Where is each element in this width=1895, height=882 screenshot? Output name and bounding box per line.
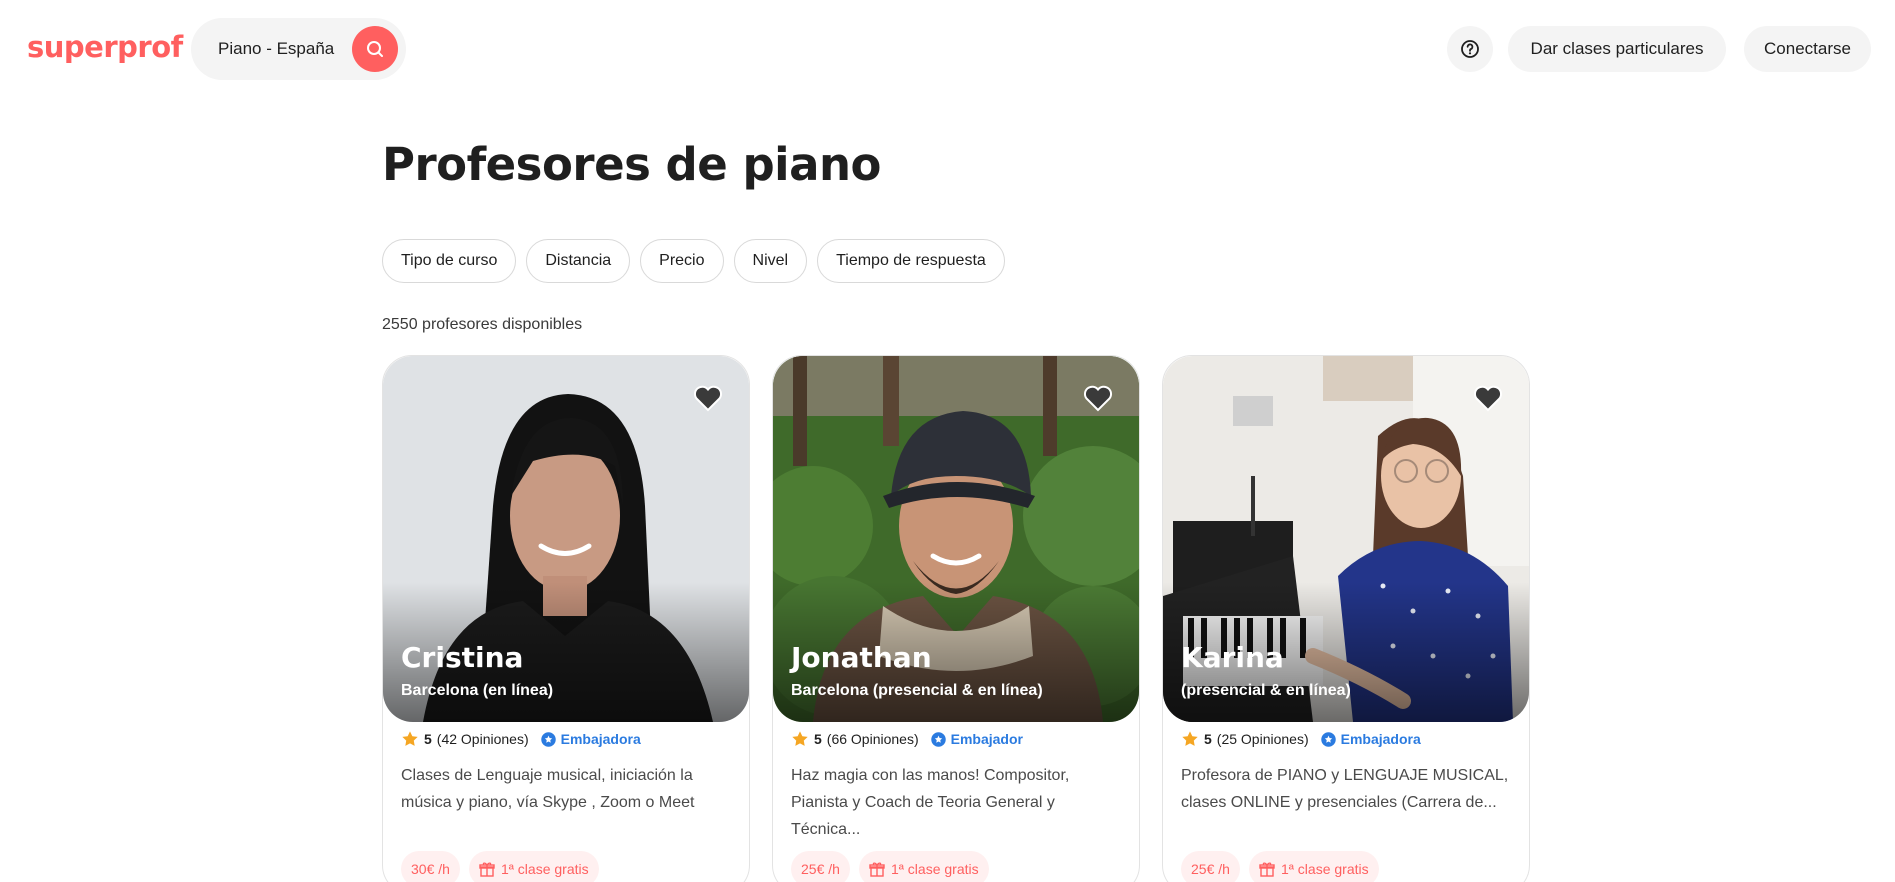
results-count: 2550 profesores disponibles bbox=[382, 316, 583, 333]
tutor-location: Barcelona (presencial & en línea) bbox=[791, 682, 1043, 699]
free-class-label: 1ª clase gratis bbox=[500, 861, 589, 877]
filter-course-type[interactable]: Tipo de curso bbox=[382, 239, 517, 283]
favorite-heart-icon[interactable] bbox=[1083, 384, 1113, 412]
favorite-heart-icon[interactable] bbox=[693, 384, 723, 412]
search-button[interactable] bbox=[352, 26, 398, 72]
teach-classes-button[interactable]: Dar clases particulares bbox=[1508, 26, 1726, 72]
review-count: (66 Opiniones) bbox=[826, 731, 919, 747]
free-class-label: 1ª clase gratis bbox=[1280, 861, 1369, 877]
rating-row: 5 (25 Opiniones) Embajadora bbox=[1181, 730, 1421, 748]
search-bar[interactable]: Piano - España bbox=[191, 18, 406, 80]
tutor-photo[interactable]: Jonathan Barcelona (presencial & en líne… bbox=[773, 356, 1139, 722]
favorite-heart-icon[interactable] bbox=[1473, 384, 1503, 412]
tutor-description: Clases de Lenguaje musical, iniciación l… bbox=[401, 767, 695, 811]
tutor-name: Jonathan bbox=[791, 641, 932, 674]
price-chips: 25€ /h 1ª clase gratis bbox=[791, 851, 989, 882]
ambassador-icon bbox=[1320, 731, 1336, 747]
tutor-name: Cristina bbox=[401, 641, 524, 674]
superprof-logo[interactable]: superprof bbox=[27, 30, 183, 64]
tutor-card[interactable]: Cristina Barcelona (en línea) 5 (42 Opin… bbox=[382, 355, 750, 882]
ambassador-icon bbox=[930, 731, 946, 747]
badge-label: Embajadora bbox=[560, 731, 641, 747]
review-count: (42 Opiniones) bbox=[436, 731, 529, 747]
tutor-name: Karina bbox=[1181, 641, 1284, 674]
filter-price[interactable]: Precio bbox=[640, 239, 724, 283]
rating-score: 5 bbox=[1204, 731, 1212, 747]
tutor-photo[interactable]: Karina (presencial & en línea) bbox=[1163, 356, 1529, 722]
tutor-card[interactable]: Jonathan Barcelona (presencial & en líne… bbox=[772, 355, 1140, 882]
gift-icon bbox=[479, 862, 495, 877]
ambassador-icon bbox=[540, 731, 556, 747]
price-chip: 25€ /h bbox=[791, 851, 850, 882]
tutor-location: (presencial & en línea) bbox=[1181, 682, 1351, 699]
search-query[interactable]: Piano - España bbox=[218, 39, 334, 59]
help-button[interactable] bbox=[1447, 26, 1493, 72]
ambassador-badge: Embajador bbox=[930, 731, 1023, 748]
rating-score: 5 bbox=[424, 731, 432, 747]
tutor-card[interactable]: Karina (presencial & en línea) 5 (25 Opi… bbox=[1162, 355, 1530, 882]
login-button[interactable]: Conectarse bbox=[1744, 26, 1871, 72]
review-count: (25 Opiniones) bbox=[1216, 731, 1309, 747]
ambassador-badge: Embajadora bbox=[540, 731, 641, 748]
rating-score: 5 bbox=[814, 731, 822, 747]
gift-icon bbox=[1259, 862, 1275, 877]
price-chip: 25€ /h bbox=[1181, 851, 1240, 882]
free-class-chip: 1ª clase gratis bbox=[858, 851, 989, 882]
price-chips: 30€ /h 1ª clase gratis bbox=[401, 851, 599, 882]
badge-label: Embajador bbox=[950, 731, 1023, 747]
tutor-photo[interactable]: Cristina Barcelona (en línea) bbox=[383, 356, 749, 722]
filter-bar: Tipo de curso Distancia Precio Nivel Tie… bbox=[382, 239, 1005, 283]
ambassador-badge: Embajadora bbox=[1320, 731, 1421, 748]
tutor-location: Barcelona (en línea) bbox=[401, 682, 554, 699]
filter-response-time[interactable]: Tiempo de respuesta bbox=[817, 239, 1005, 283]
free-class-label: 1ª clase gratis bbox=[890, 861, 979, 877]
star-icon bbox=[792, 731, 808, 746]
free-class-chip: 1ª clase gratis bbox=[1248, 851, 1379, 882]
rating-row: 5 (42 Opiniones) Embajadora bbox=[401, 730, 641, 748]
search-icon bbox=[367, 41, 383, 57]
filter-distance[interactable]: Distancia bbox=[526, 239, 631, 283]
gift-icon bbox=[869, 862, 885, 877]
star-icon bbox=[402, 731, 418, 746]
filter-level[interactable]: Nivel bbox=[733, 239, 808, 283]
free-class-chip: 1ª clase gratis bbox=[468, 851, 599, 882]
price-chip: 30€ /h bbox=[401, 851, 460, 882]
tutor-card-list: Cristina Barcelona (en línea) 5 (42 Opin… bbox=[382, 355, 1530, 882]
page-title: Profesores de piano bbox=[382, 138, 881, 191]
price-chips: 25€ /h 1ª clase gratis bbox=[1181, 851, 1379, 882]
badge-label: Embajadora bbox=[1340, 731, 1421, 747]
tutor-description: Haz magia con las manos! Compositor, Pia… bbox=[791, 767, 1070, 838]
tutor-description: Profesora de PIANO y LENGUAJE MUSICAL, c… bbox=[1181, 767, 1509, 811]
top-header: superprof Piano - España Dar clases part… bbox=[0, 0, 1895, 97]
rating-row: 5 (66 Opiniones) Embajador bbox=[791, 730, 1023, 748]
question-circle-icon bbox=[1461, 40, 1479, 58]
star-icon bbox=[1182, 731, 1198, 746]
